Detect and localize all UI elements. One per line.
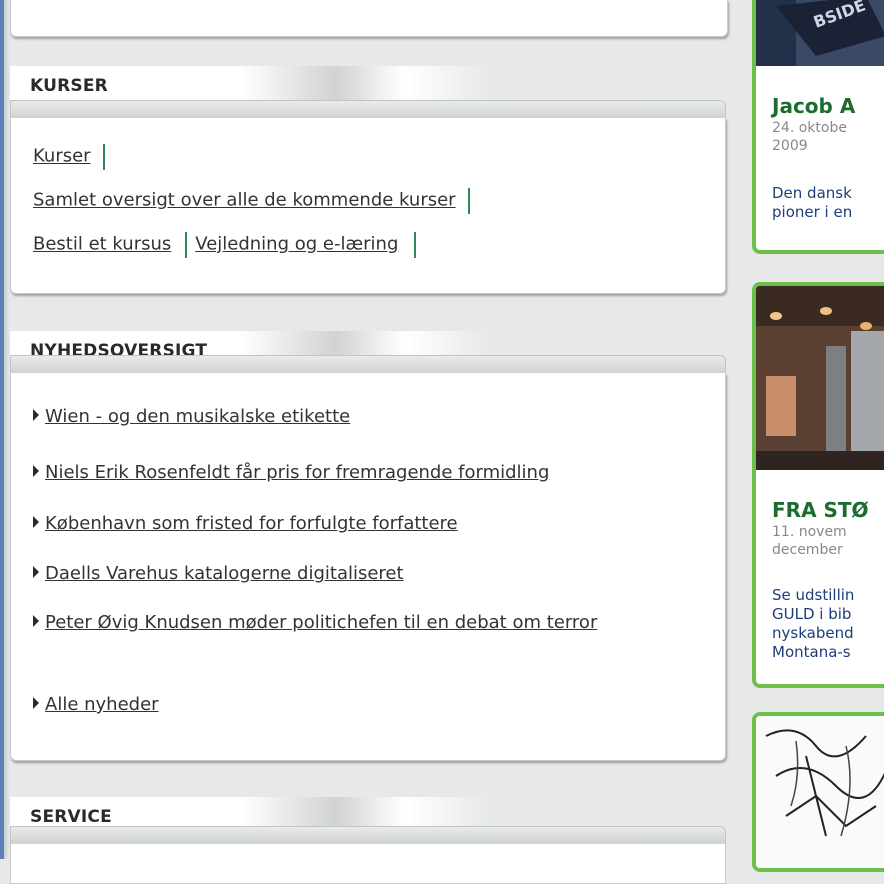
link-separator [414,232,417,258]
event-date: 11. novem [772,524,847,540]
news-link[interactable]: København som fristed for forfulgte forf… [45,513,458,534]
event-card-drawing[interactable] [752,712,884,872]
vejledning-link[interactable]: Vejledning og e-læring [195,234,398,255]
link-separator [185,232,188,258]
event-date: 24. oktobe [772,120,847,136]
news-link[interactable]: Peter Øvig Knudsen møder politichefen ti… [45,612,597,633]
event-date: 2009 [772,138,808,154]
kurser-header-bar [10,100,726,118]
bullet-arrow-icon [33,465,39,477]
news-item: Alle nyheder [33,689,713,720]
all-news-link[interactable]: Alle nyheder [45,694,159,715]
event-card-guld[interactable]: FRA STØ 11. novem december Se udstillin … [752,282,884,688]
news-link[interactable]: Niels Erik Rosenfeldt får pris for fremr… [45,462,549,483]
news-item: Peter Øvig Knudsen møder politichefen ti… [33,607,713,638]
kurser-link[interactable]: Kurser [33,146,91,167]
kurser-heading: KURSER [10,66,490,100]
kurser-line-3: Bestil et kursus Vejledning og e-læring [33,232,417,258]
bullet-arrow-icon [33,516,39,528]
event-photo-exhibition [756,286,884,470]
event-text: Montana-s [772,643,851,661]
news-item: Daells Varehus katalogerne digitaliseret [33,558,713,589]
link-separator [467,188,470,214]
service-header-bar [10,826,726,844]
nyhedsoversigt-body: Wien - og den musikalske etikette Niels … [10,373,726,761]
event-photo-drawing [756,716,884,868]
kurser-line-2: Samlet oversigt over alle de kommende ku… [33,188,478,214]
news-link[interactable]: Wien - og den musikalske etikette [45,406,350,427]
event-text: pioner i en [772,203,853,221]
link-separator [102,144,105,170]
news-item: Wien - og den musikalske etikette [33,401,713,432]
kurser-body: Kurser Samlet oversigt over alle de komm… [10,118,726,294]
event-text: GULD i bib [772,605,852,623]
event-text: Den dansk [772,184,852,202]
event-title[interactable]: Jacob A [772,94,855,118]
bestil-kursus-link[interactable]: Bestil et kursus [33,234,171,255]
bullet-arrow-icon [33,615,39,627]
news-link[interactable]: Daells Varehus katalogerne digitaliseret [45,563,404,584]
event-text: nyskabend [772,624,854,642]
event-date: december [772,542,843,558]
bullet-arrow-icon [33,409,39,421]
event-text: Se udstillin [772,586,855,604]
news-item: Niels Erik Rosenfeldt får pris for fremr… [33,457,713,488]
event-photo-jacob: BSIDE [756,0,884,66]
bullet-arrow-icon [33,566,39,578]
event-title[interactable]: FRA STØ [772,498,869,522]
news-item: København som fristed for forfulgte forf… [33,508,713,539]
bullet-arrow-icon [33,697,39,709]
service-body [10,844,726,884]
samlet-oversigt-link[interactable]: Samlet oversigt over alle de kommende ku… [33,190,456,211]
event-card-jacob[interactable]: BSIDE Jacob A 24. oktobe 2009 Den dansk … [752,0,884,254]
previous-panel-bottom [10,0,728,37]
nyhedsoversigt-header-bar [10,355,726,373]
kurser-line-1: Kurser [33,144,113,170]
